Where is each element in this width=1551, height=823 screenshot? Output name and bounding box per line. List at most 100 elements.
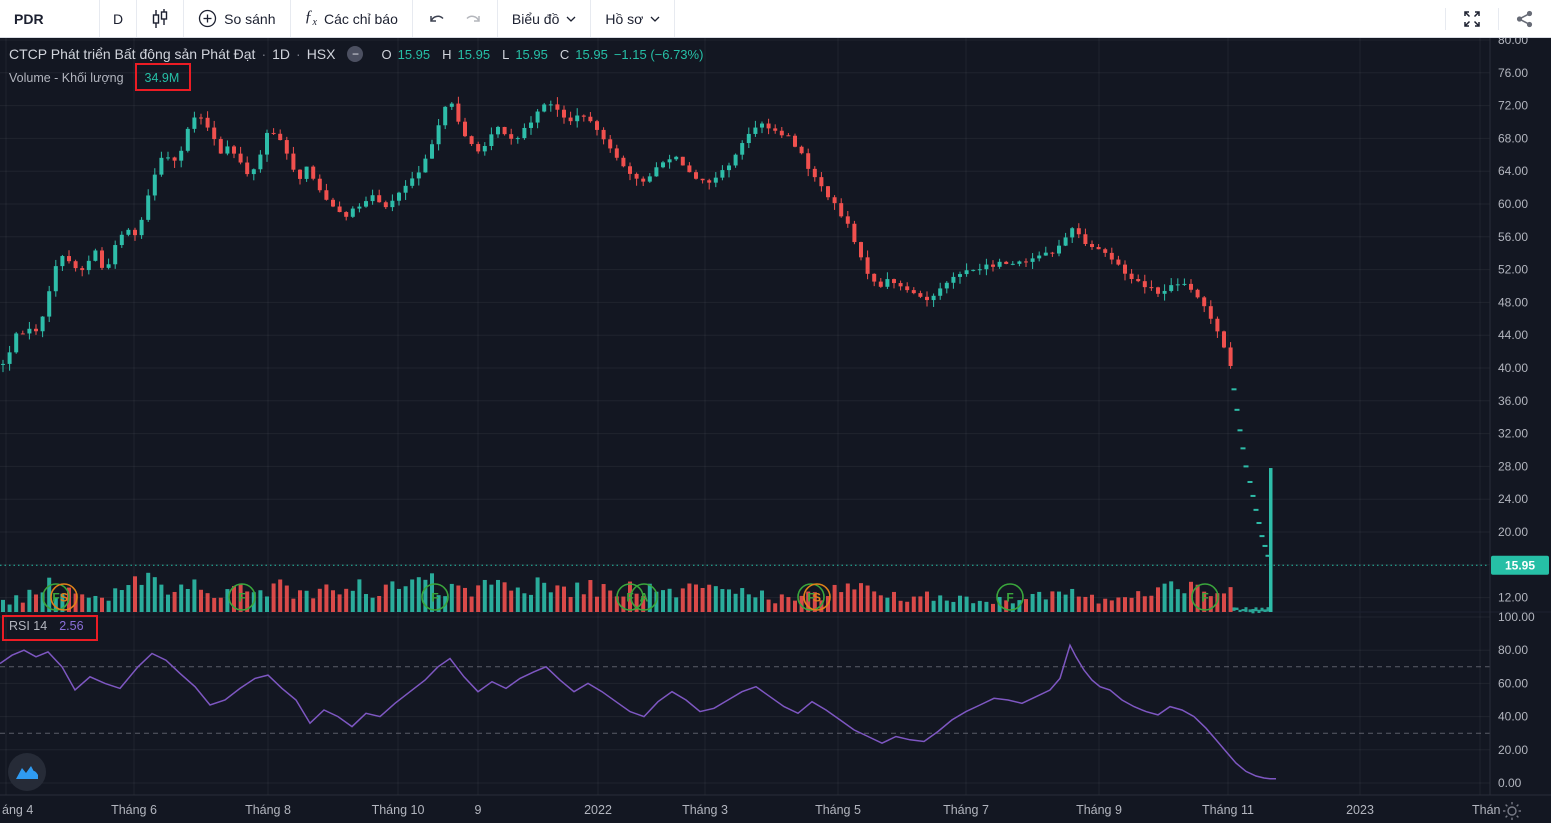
svg-text:40.00: 40.00 <box>1498 710 1528 724</box>
svg-text:24.00: 24.00 <box>1498 492 1528 506</box>
share-icon <box>1516 10 1533 27</box>
broker-logo[interactable] <box>8 753 46 791</box>
instrument-title: CTCP Phát triển Bất động sản Phát Đạt <box>9 46 256 62</box>
svg-text:72.00: 72.00 <box>1498 99 1528 113</box>
interval-label: D <box>113 10 124 27</box>
svg-text:áng 4: áng 4 <box>2 803 33 817</box>
rsi-legend[interactable]: RSI 14 2.56 <box>9 619 84 633</box>
open-value: 15.95 <box>397 46 431 62</box>
volume-layer <box>1 572 1233 612</box>
svg-text:60.00: 60.00 <box>1498 676 1528 690</box>
chart-canvas[interactable]: F S F F F A FS F F80.0076.0072.0068.0064.0060.00… <box>0 38 1551 823</box>
svg-text:15.95: 15.95 <box>1505 559 1535 573</box>
indicators-label: Các chỉ báo <box>323 10 398 27</box>
svg-text:56.00: 56.00 <box>1498 230 1528 244</box>
chart-legend[interactable]: CTCP Phát triển Bất động sản Phát Đạt · … <box>9 46 703 62</box>
svg-text:S: S <box>60 591 68 605</box>
chart-area: F S F F F A F S F F 80.00 76.00 72.00 68.00 64.00 60.00… <box>0 38 1551 823</box>
trading-app: PDR D So sánh ƒx Các chỉ báo Biểu đồ Hồ … <box>0 0 1551 823</box>
close-label: C <box>559 46 570 62</box>
low-value: 15.95 <box>515 46 548 62</box>
svg-text:Tháng 9: Tháng 9 <box>1076 803 1122 817</box>
svg-text:F: F <box>238 591 245 605</box>
svg-text:20.00: 20.00 <box>1498 743 1528 757</box>
profile-menu-button[interactable]: Hồ sơ <box>591 0 676 37</box>
svg-text:F: F <box>431 591 438 605</box>
volume-label: Volume - Khối lượng <box>9 71 124 85</box>
low-label: L <box>502 46 510 62</box>
change-value: −1.15 (−6.73%) <box>613 46 704 62</box>
close-value: 15.95 <box>575 46 608 62</box>
svg-text:Tháng 5: Tháng 5 <box>815 803 861 817</box>
svg-text:F: F <box>1006 591 1013 605</box>
svg-text:32.00: 32.00 <box>1498 427 1528 441</box>
svg-text:S: S <box>813 591 821 605</box>
mountain-logo-icon <box>16 766 38 779</box>
volume-value: 34.9M <box>144 71 180 85</box>
svg-text:80.00: 80.00 <box>1498 643 1528 657</box>
svg-text:68.00: 68.00 <box>1498 131 1528 145</box>
interval-button[interactable]: D <box>100 0 138 37</box>
svg-text:48.00: 48.00 <box>1498 295 1528 309</box>
toolbar-right-group <box>1445 0 1551 37</box>
compare-label: So sánh <box>224 10 276 27</box>
collapse-legend-button[interactable]: − <box>347 46 364 62</box>
price-chip: 15.95 <box>1491 555 1549 575</box>
top-toolbar: PDR D So sánh ƒx Các chỉ báo Biểu đồ Hồ … <box>0 0 1551 38</box>
symbol-label: PDR <box>14 10 44 27</box>
svg-text:60.00: 60.00 <box>1498 197 1528 211</box>
fx-icon: ƒx <box>304 8 317 29</box>
chart-menu-button[interactable]: Biểu đồ <box>498 0 592 37</box>
svg-text:Tháng 10: Tháng 10 <box>372 803 425 817</box>
svg-text:A: A <box>640 591 649 605</box>
rsi-label: RSI 14 <box>9 619 48 633</box>
compare-button[interactable]: So sánh <box>184 0 291 37</box>
svg-text:Thán: Thán <box>1472 803 1501 817</box>
svg-text:76.00: 76.00 <box>1498 66 1528 80</box>
svg-text:2022: 2022 <box>584 803 612 817</box>
sun-icon <box>1503 802 1521 820</box>
chart-menu-label: Biểu đồ <box>511 10 560 27</box>
undo-icon[interactable] <box>427 11 447 27</box>
svg-text:36.00: 36.00 <box>1498 394 1528 408</box>
svg-text:40.00: 40.00 <box>1498 361 1528 375</box>
plus-circle-icon <box>198 9 217 28</box>
legend-exchange: HSX <box>306 46 336 62</box>
theme-toggle-button[interactable] <box>1500 799 1524 823</box>
fullscreen-icon <box>1464 10 1480 27</box>
svg-text:28.00: 28.00 <box>1498 459 1528 473</box>
svg-text:52.00: 52.00 <box>1498 263 1528 277</box>
legend-interval: 1D <box>272 46 291 62</box>
symbol-button[interactable]: PDR <box>0 0 100 37</box>
volume-legend[interactable]: Volume - Khối lượng 34.9M <box>9 71 179 85</box>
high-value: 15.95 <box>457 46 491 62</box>
svg-text:9: 9 <box>475 803 482 817</box>
svg-text:Tháng 3: Tháng 3 <box>682 803 728 817</box>
rsi-plot-layer <box>0 643 1277 780</box>
fullscreen-button[interactable] <box>1445 7 1498 30</box>
undo-redo-group <box>413 0 498 37</box>
high-label: H <box>442 46 452 62</box>
profile-menu-label: Hồ sơ <box>605 10 644 27</box>
svg-text:0.00: 0.00 <box>1498 776 1522 790</box>
rsi-value: 2.56 <box>59 619 84 633</box>
axis-labels-layer: 80.00 76.00 72.00 68.00 64.00 60.00 56.00 52.00… <box>2 38 1535 817</box>
svg-text:20.00: 20.00 <box>1498 525 1528 539</box>
chevron-down-icon <box>566 16 576 22</box>
svg-text:64.00: 64.00 <box>1498 164 1528 178</box>
svg-text:80.00: 80.00 <box>1498 38 1528 47</box>
volume-spike-layer <box>1269 468 1273 612</box>
svg-text:Tháng 11: Tháng 11 <box>1202 803 1254 817</box>
svg-text:Tháng 6: Tháng 6 <box>111 803 157 817</box>
svg-text:12.00: 12.00 <box>1498 591 1528 605</box>
chart-style-button[interactable] <box>137 0 185 37</box>
svg-text:Tháng 7: Tháng 7 <box>943 803 989 817</box>
indicators-button[interactable]: ƒx Các chỉ báo <box>291 0 413 37</box>
chevron-down-icon <box>650 16 660 22</box>
redo-icon[interactable] <box>463 11 483 27</box>
svg-text:44.00: 44.00 <box>1498 328 1528 342</box>
share-button[interactable] <box>1498 7 1551 30</box>
limit-down-layer <box>1231 388 1271 614</box>
open-label: O <box>381 46 392 62</box>
svg-text:2023: 2023 <box>1346 803 1374 817</box>
